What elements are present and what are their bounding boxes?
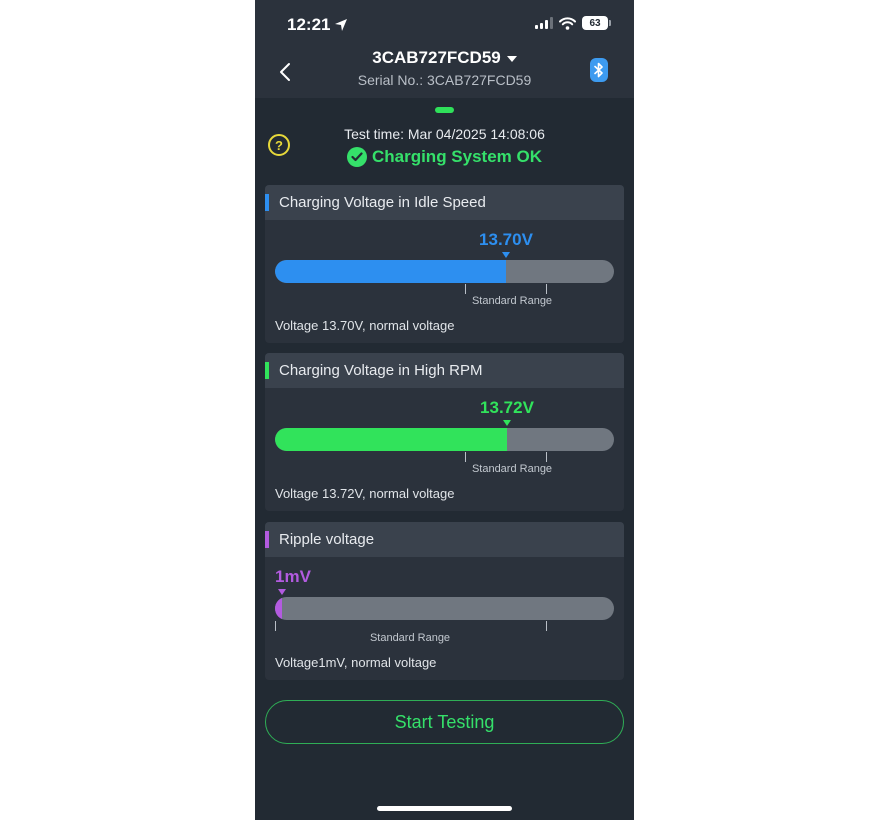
status-time: 12:21 — [287, 15, 348, 35]
range-tick-start — [465, 452, 466, 462]
reading-marker — [278, 589, 286, 595]
range-tick-end — [546, 284, 547, 294]
range-tick-start — [465, 284, 466, 294]
home-indicator — [377, 806, 512, 811]
card-header: Charging Voltage in Idle Speed — [265, 185, 624, 220]
status-icons: 63 — [535, 16, 611, 30]
card-accent — [265, 531, 269, 548]
card-idle-voltage: Charging Voltage in Idle Speed 13.70V St… — [265, 185, 624, 343]
card-ripple-voltage: Ripple voltage 1mV Standard Range Voltag… — [265, 522, 624, 680]
card-accent — [265, 194, 269, 211]
location-arrow-icon — [335, 19, 348, 31]
card-header: Ripple voltage — [265, 522, 624, 557]
card-high-rpm-voltage: Charging Voltage in High RPM 13.72V Stan… — [265, 353, 624, 511]
phone-screen: 12:21 63 3CAB727FCD59 Serial No.: 3CAB72… — [255, 0, 634, 820]
card-description: Voltage 13.70V, normal voltage — [275, 318, 455, 333]
standard-range-label: Standard Range — [471, 295, 553, 307]
voltage-reading: 13.72V — [480, 398, 534, 417]
card-header: Charging Voltage in High RPM — [265, 353, 624, 388]
voltage-bar-fill — [275, 597, 282, 620]
voltage-bar — [275, 597, 614, 620]
page-indicator — [435, 107, 454, 113]
card-title: Charging Voltage in Idle Speed — [279, 194, 486, 211]
bluetooth-button[interactable] — [590, 58, 608, 82]
reading-marker — [503, 420, 511, 426]
card-description: Voltage1mV, normal voltage — [275, 655, 437, 670]
wifi-icon — [559, 16, 576, 30]
check-circle-icon — [346, 147, 367, 167]
device-name: 3CAB727FCD59 — [372, 48, 501, 67]
start-testing-button[interactable]: Start Testing — [265, 700, 624, 744]
range-tick-start — [275, 621, 276, 631]
system-status-text: Charging System OK — [371, 147, 543, 166]
signal-icon — [535, 17, 553, 29]
voltage-bar-fill — [275, 260, 506, 283]
card-description: Voltage 13.72V, normal voltage — [275, 486, 455, 501]
battery-icon: 63 — [582, 16, 611, 30]
standard-range-label: Standard Range — [369, 632, 451, 644]
dropdown-caret-icon — [506, 55, 517, 62]
system-status: Charging System OK — [255, 147, 634, 167]
test-time: Test time: Mar 04/2025 14:08:06 — [344, 126, 545, 142]
range-tick-end — [546, 452, 547, 462]
reading-marker — [502, 252, 510, 258]
voltage-bar — [275, 428, 614, 451]
bluetooth-icon — [594, 62, 603, 78]
device-selector[interactable]: 3CAB727FCD59 — [255, 48, 634, 68]
voltage-bar — [275, 260, 614, 283]
card-title: Ripple voltage — [279, 531, 375, 548]
range-tick-end — [546, 621, 547, 631]
status-bar: 12:21 63 — [255, 0, 634, 50]
serial-number: Serial No.: 3CAB727FCD59 — [357, 72, 532, 88]
nav-bar: 3CAB727FCD59 Serial No.: 3CAB727FCD59 — [255, 48, 634, 98]
voltage-reading: 1mV — [275, 567, 311, 586]
card-accent — [265, 362, 269, 379]
standard-range-label: Standard Range — [471, 463, 553, 475]
voltage-bar-fill — [275, 428, 507, 451]
voltage-reading: 13.70V — [479, 230, 533, 249]
card-title: Charging Voltage in High RPM — [279, 362, 483, 379]
